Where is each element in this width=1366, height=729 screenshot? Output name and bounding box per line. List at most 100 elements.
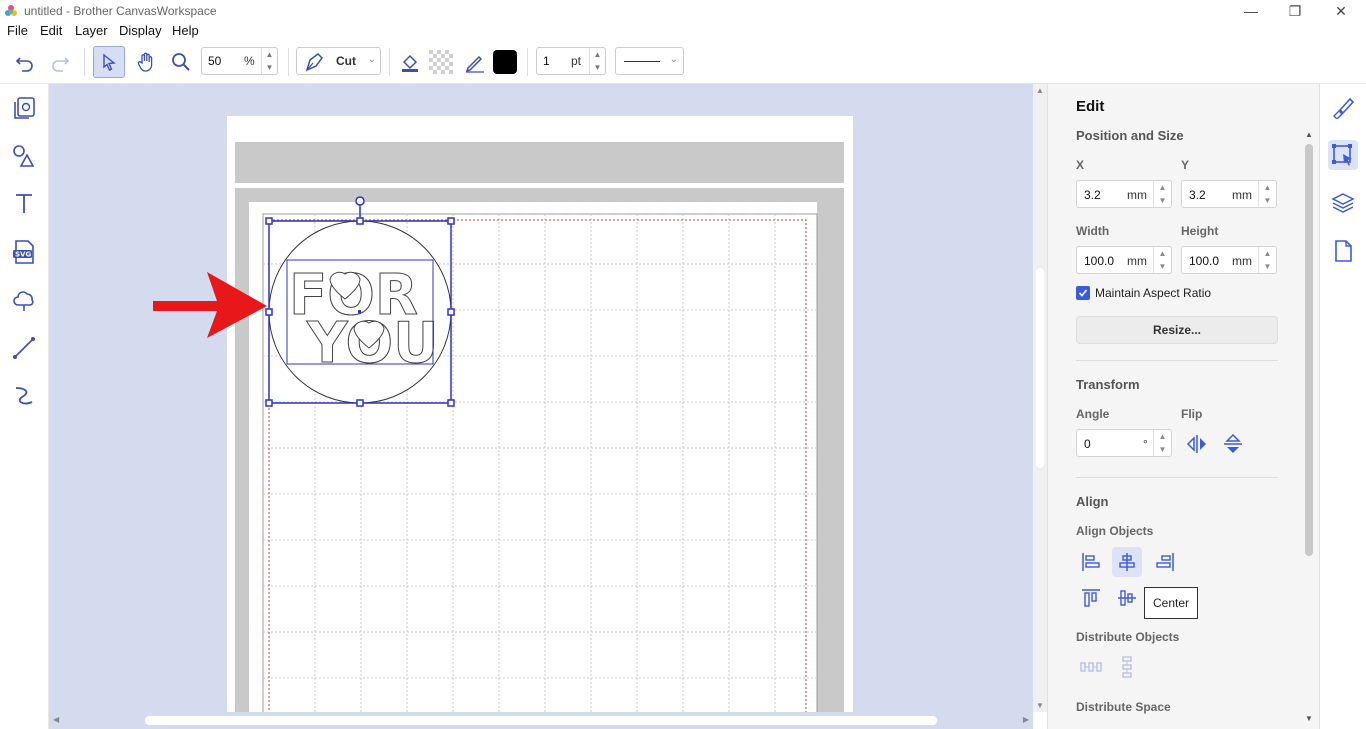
menu-bar: File Edit Layer Display Help: [0, 22, 1366, 40]
restore-button[interactable]: ❐: [1272, 0, 1318, 22]
distribute-objects-label: Distribute Objects: [1076, 630, 1180, 644]
position-size-header: Position and Size: [1076, 128, 1184, 143]
toolbar: 50 % ▲ ▼ Cut ⌄ 1 pt ▲ ▼ ⌄: [0, 40, 1366, 84]
page-icon: [1335, 240, 1352, 262]
stroke-button[interactable]: [460, 46, 490, 78]
shapes-icon: [13, 145, 35, 167]
cloud-shape-icon: [13, 291, 34, 311]
align-top-icon: [1082, 589, 1100, 607]
x-stepper[interactable]: ▲ ▼: [1153, 181, 1171, 207]
mode-dropdown[interactable]: Cut ⌄: [296, 47, 381, 75]
align-center-icon: [1119, 553, 1135, 571]
cut-blade-icon: [305, 53, 323, 72]
select-tool-button[interactable]: [93, 46, 125, 78]
maintain-aspect-label: Maintain Aspect Ratio: [1095, 286, 1212, 300]
menu-file[interactable]: File: [7, 23, 28, 38]
y-position-field[interactable]: 3.2 mm ▲ ▼: [1181, 180, 1277, 208]
fill-button[interactable]: [395, 46, 425, 78]
magnifier-icon: [172, 53, 190, 71]
close-button[interactable]: ✕: [1318, 0, 1364, 22]
line-tool-button[interactable]: [10, 334, 38, 362]
selection-transform-icon: [1332, 144, 1352, 166]
align-left-button[interactable]: [1076, 547, 1106, 577]
pan-tool-button[interactable]: [131, 46, 161, 78]
align-center-button[interactable]: [1112, 547, 1142, 577]
pages-icon: [14, 97, 35, 119]
style-panel-button[interactable]: [1328, 92, 1358, 122]
window-title: untitled - Brother CanvasWorkspace: [24, 4, 217, 18]
zoom-stepper[interactable]: ▲ ▼: [261, 48, 277, 74]
svg-import-button[interactable]: SVG: [10, 238, 38, 266]
align-middle-icon: [1118, 590, 1136, 606]
height-field[interactable]: 100.0 mm ▲ ▼: [1181, 246, 1277, 274]
angle-label: Angle: [1076, 407, 1110, 421]
layers-icon: [1331, 193, 1355, 213]
menu-help[interactable]: Help: [172, 23, 199, 38]
edit-panel-button[interactable]: [1328, 140, 1358, 170]
layers-panel-button[interactable]: [1328, 188, 1358, 218]
fill-color-swatch[interactable]: [426, 46, 456, 78]
templates-tool-button[interactable]: [10, 94, 38, 122]
menu-edit[interactable]: Edit: [40, 23, 62, 38]
height-label: Height: [1181, 224, 1219, 238]
flip-horizontal-button[interactable]: [1182, 429, 1212, 459]
angle-stepper[interactable]: ▲ ▼: [1153, 430, 1171, 456]
canvas-artwork: FOR YOU: [153, 116, 853, 712]
distribute-horizontal-button[interactable]: [1076, 652, 1106, 682]
text-icon: [16, 194, 32, 213]
pen-icon: [465, 55, 484, 73]
line-style-dropdown[interactable]: ⌄: [615, 47, 684, 75]
align-right-button[interactable]: [1150, 547, 1180, 577]
flip-label: Flip: [1181, 407, 1203, 421]
maintain-aspect-checkbox[interactable]: [1076, 286, 1090, 300]
menu-layer[interactable]: Layer: [75, 23, 108, 38]
width-field[interactable]: 100.0 mm ▲ ▼: [1076, 246, 1172, 274]
pointer-arrow-icon: [103, 53, 116, 71]
canvas-horizontal-scrollbar[interactable]: ◀ ▶: [49, 712, 1033, 729]
zoom-input[interactable]: 50 % ▲ ▼: [201, 47, 278, 75]
stroke-width-input[interactable]: 1 pt ▲ ▼: [536, 47, 606, 75]
svg-text:SVG: SVG: [15, 251, 31, 259]
align-objects-label: Align Objects: [1076, 524, 1154, 538]
image-trace-button[interactable]: [10, 286, 38, 314]
svg-file-icon: SVG: [13, 240, 34, 264]
minimize-button[interactable]: —: [1228, 0, 1274, 22]
shapes-tool-button[interactable]: [10, 142, 38, 170]
stroke-color-chip: [493, 50, 517, 74]
height-stepper[interactable]: ▲ ▼: [1258, 247, 1276, 273]
page-panel-button[interactable]: [1328, 236, 1358, 266]
zoom-tool-button[interactable]: [166, 46, 196, 78]
paint-bucket-icon: [402, 54, 418, 72]
canvas-vertical-scrollbar[interactable]: ▲ ▼: [1033, 84, 1047, 712]
right-toolbar: [1319, 84, 1366, 729]
redo-button[interactable]: [45, 46, 75, 78]
distribute-vertical-icon: [1122, 656, 1132, 678]
x-position-field[interactable]: 3.2 mm ▲ ▼: [1076, 180, 1172, 208]
text-tool-button[interactable]: [10, 190, 38, 218]
y-label: Y: [1181, 158, 1190, 172]
freehand-tool-button[interactable]: [10, 382, 38, 410]
flip-horizontal-icon: [1186, 435, 1206, 453]
chevron-down-icon: ⌄: [367, 54, 376, 65]
menu-display[interactable]: Display: [119, 23, 162, 38]
flip-vertical-button[interactable]: [1218, 429, 1248, 459]
title-bar: untitled - Brother CanvasWorkspace — ❐ ✕: [0, 0, 1366, 22]
y-stepper[interactable]: ▲ ▼: [1258, 181, 1276, 207]
distribute-vertical-button[interactable]: [1112, 652, 1142, 682]
distribute-space-label: Distribute Space: [1076, 700, 1171, 714]
stroke-width-stepper[interactable]: ▲ ▼: [589, 48, 605, 74]
line-icon: [13, 337, 35, 359]
line-style-preview: [624, 61, 660, 62]
panel-scrollbar[interactable]: ▲ ▼: [1300, 84, 1319, 729]
drawing-canvas[interactable]: FOR YOU: [49, 84, 1033, 712]
chevron-down-icon: ⌄: [669, 54, 678, 65]
align-right-icon: [1156, 553, 1174, 571]
resize-button[interactable]: Resize...: [1076, 316, 1278, 344]
angle-field[interactable]: 0 ° ▲ ▼: [1076, 429, 1172, 457]
align-top-button[interactable]: [1076, 583, 1106, 613]
width-stepper[interactable]: ▲ ▼: [1153, 247, 1171, 273]
stroke-color-swatch[interactable]: [491, 46, 519, 78]
undo-button[interactable]: [10, 46, 40, 78]
redo-icon: [52, 57, 70, 72]
align-middle-button[interactable]: [1112, 583, 1142, 613]
